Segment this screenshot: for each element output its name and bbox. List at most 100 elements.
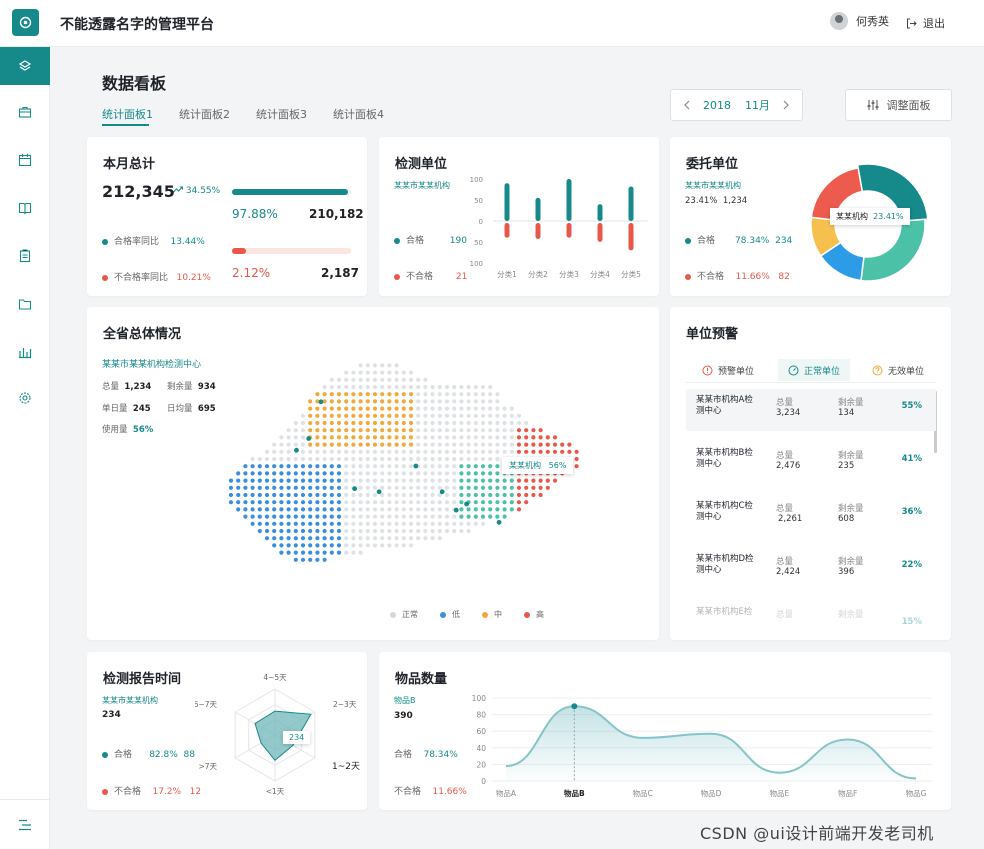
legend-mid: 中: [482, 609, 502, 620]
map-dot-high: [560, 449, 565, 454]
map-dot-normal: [372, 500, 378, 505]
sidebar: [0, 47, 50, 849]
map-dot-selected: [459, 492, 464, 498]
map-dot-mid: [365, 420, 370, 426]
map-dot-low: [286, 521, 291, 526]
sidebar-item-calendar[interactable]: [0, 141, 50, 179]
sidebar-item-files[interactable]: [0, 285, 50, 323]
map-dot-normal: [380, 521, 385, 526]
tab-panel-2[interactable]: 统计面板2: [179, 106, 230, 122]
client-fail-label: 不合格: [697, 272, 725, 282]
map-dot-normal: [430, 492, 435, 498]
map-dot-normal: [444, 514, 450, 519]
province-row-1: 总量 1,234: [102, 380, 151, 392]
map-dot-mid: [387, 442, 392, 447]
province-dot-map[interactable]: [227, 347, 637, 597]
map-dot-normal: [495, 392, 500, 397]
unit-name: 某某市机构A检测中心: [696, 395, 753, 416]
briefcase-icon: [18, 106, 32, 118]
list-item[interactable]: 某某市机构A检测中心 总量 3,234 剩余量 134 55%: [686, 389, 936, 431]
sidebar-item-stats[interactable]: [0, 333, 50, 371]
map-dot-normal: [344, 492, 349, 498]
map-marker: [413, 463, 419, 469]
list-item[interactable]: 某某市机构C检测中心 总量 2,261 剩余量 608 36%: [686, 495, 936, 537]
map-dot-normal: [372, 456, 378, 462]
map-dot-normal: [473, 449, 478, 454]
map-dot-normal: [401, 536, 406, 541]
map-dot-normal: [351, 492, 356, 498]
map-dot-low: [329, 543, 334, 548]
map-dot-normal: [423, 471, 428, 476]
user-menu[interactable]: 何秀英: [830, 12, 889, 30]
map-dot-low: [293, 500, 298, 505]
legend-normal: 正常: [390, 609, 418, 620]
tab-invalid-units[interactable]: 无效单位: [862, 359, 934, 381]
map-dot-low: [250, 464, 255, 469]
map-dot-normal: [423, 485, 428, 490]
map-dot-low: [279, 543, 284, 548]
map-dot-selected: [502, 507, 507, 512]
date-month[interactable]: 11月: [745, 99, 770, 112]
map-dot-low: [322, 514, 327, 519]
sidebar-collapse-button[interactable]: [0, 799, 50, 849]
adjust-panel-button[interactable]: 调整面板: [845, 89, 952, 121]
map-dot-normal: [351, 528, 356, 534]
dashboard-tabs: 统计面板1 统计面板2 统计面板3 统计面板4: [102, 106, 384, 122]
list-item[interactable]: 某某市机构D检测中心 总量 2,424 剩余量 396 22%: [686, 548, 936, 590]
map-dot-mid: [336, 399, 342, 404]
map-dot-normal: [495, 449, 500, 454]
map-dot-normal: [459, 420, 464, 426]
logout-button[interactable]: 退出: [906, 15, 945, 31]
inspection-fail-label: 不合格: [406, 272, 434, 282]
map-dot-normal: [488, 442, 493, 447]
map-dot-normal: [401, 384, 406, 390]
sidebar-item-docs[interactable]: [0, 189, 50, 227]
tab-normal-units[interactable]: 正常单位: [778, 359, 851, 381]
x-tick-label: 物品C: [633, 788, 653, 798]
sidebar-item-reports[interactable]: [0, 237, 50, 275]
map-dot-normal: [394, 536, 399, 541]
map-dot-low: [257, 500, 262, 505]
map-dot-low: [264, 514, 270, 519]
list-item[interactable]: 某某市机构E检 总量 剩余量 15%: [686, 601, 936, 640]
map-dot-low: [257, 478, 262, 483]
report-radar-chart: 4~5天 2~3天 1~2天 <1天 >7天 6~7天: [195, 673, 360, 796]
map-dot-normal: [423, 413, 428, 418]
map-dot-low: [300, 464, 306, 469]
map-dot-normal: [452, 478, 457, 483]
list-item[interactable]: 某某市机构B检测中心 总量 2,476 剩余量 235 41%: [686, 442, 936, 484]
map-dot-normal: [372, 485, 378, 490]
tab-panel-3[interactable]: 统计面板3: [256, 106, 307, 122]
map-dot-normal: [387, 384, 392, 390]
map-dot-normal: [380, 543, 385, 548]
tab-panel-4[interactable]: 统计面板4: [333, 106, 384, 122]
map-dot-selected: [480, 485, 486, 490]
map-dot-mid: [358, 420, 363, 426]
chevron-right-icon[interactable]: [782, 100, 790, 110]
sidebar-item-dashboard[interactable]: [0, 47, 50, 85]
tab-warning-units[interactable]: 预警单位: [692, 359, 764, 381]
map-dot-normal: [401, 449, 406, 454]
date-year[interactable]: 2018: [703, 99, 731, 112]
map-dot-low: [322, 500, 327, 505]
map-dot-selected: [495, 471, 500, 476]
map-marker: [439, 489, 445, 495]
avatar: [830, 12, 848, 30]
map-dot-normal: [387, 528, 392, 534]
sidebar-item-tasks[interactable]: [0, 93, 50, 131]
map-dot-mid: [344, 392, 349, 397]
sidebar-item-settings[interactable]: [0, 379, 50, 417]
map-dot-normal: [444, 449, 450, 454]
chevron-left-icon[interactable]: [683, 100, 691, 110]
tab-panel-1[interactable]: 统计面板1: [102, 106, 153, 122]
map-dot-low: [315, 478, 320, 483]
map-dot-normal: [437, 507, 442, 512]
map-dot-normal: [293, 442, 298, 447]
map-dot-normal: [315, 449, 320, 454]
menu-collapse-icon: [19, 819, 31, 830]
app-logo[interactable]: [12, 9, 39, 36]
map-dot-normal: [423, 428, 428, 433]
map-dot-low: [286, 471, 291, 476]
map-dot-mid: [322, 435, 327, 440]
map-dot-normal: [509, 449, 514, 454]
